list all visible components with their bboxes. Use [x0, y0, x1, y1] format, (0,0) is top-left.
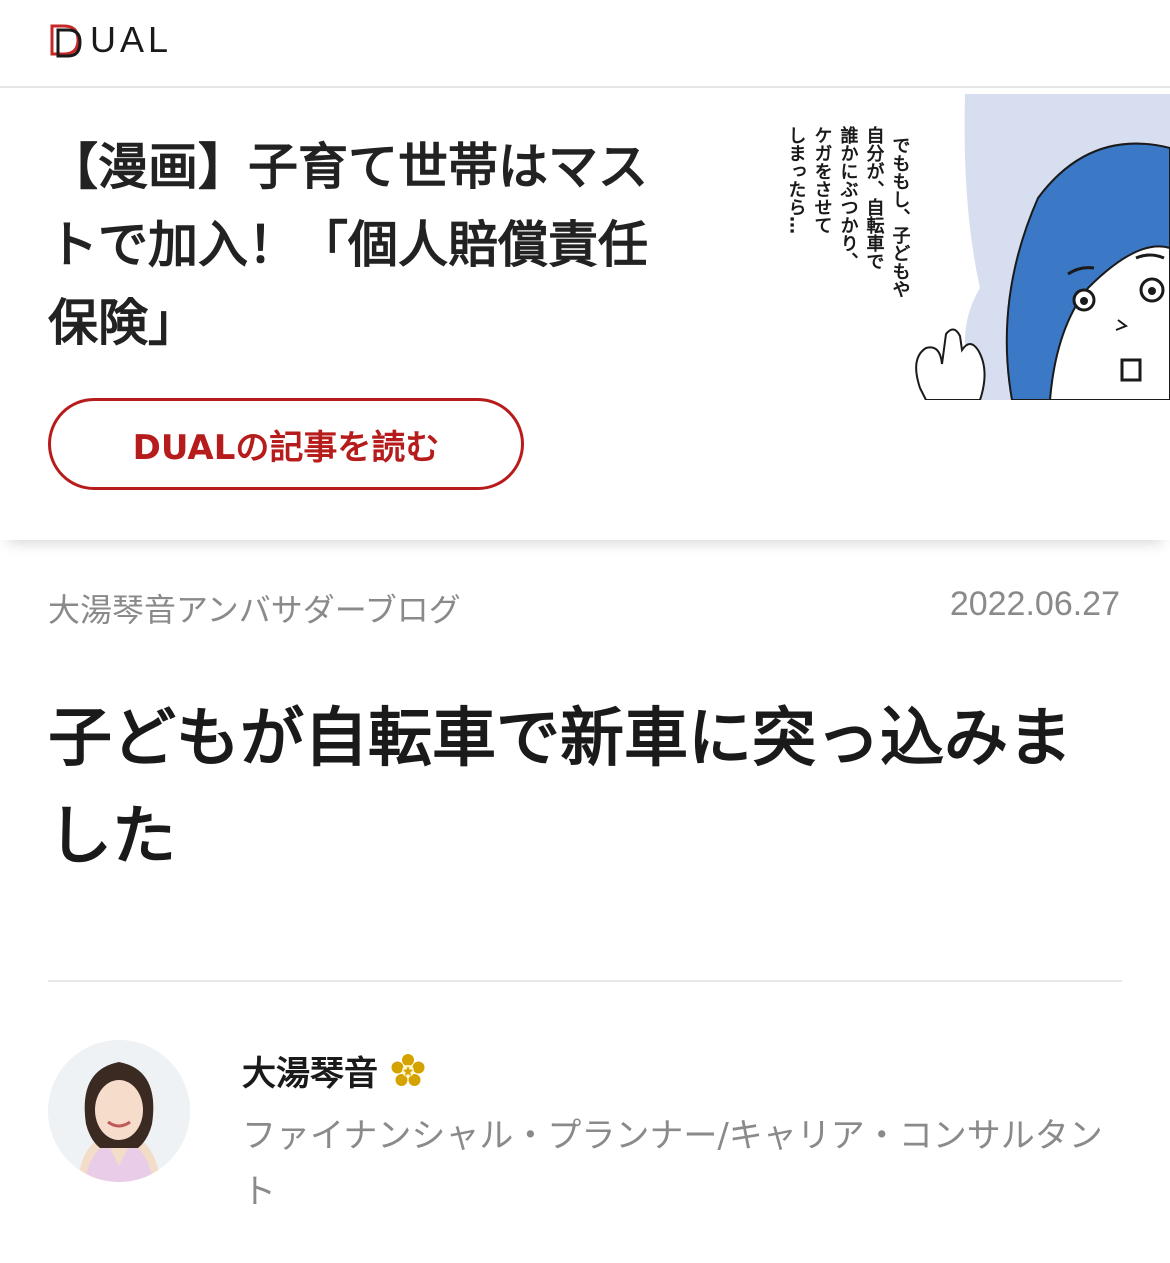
manga-text-col-4: ケガをさせて	[812, 126, 833, 234]
promo-banner[interactable]: 【漫画】子育て世帯はマストで加入！「個人賠償責任保険」 DUALの記事を読む で…	[0, 88, 1170, 540]
author-role: ファイナンシャル・プランナー/キャリア・コンサルタント	[242, 1116, 1103, 1212]
author-portrait-icon	[48, 1040, 190, 1182]
article-title: 子どもが自転車で新車に突っ込みました	[48, 702, 1072, 874]
ambassador-badge-icon	[391, 1053, 425, 1086]
author-name-text: 大湯琴音	[242, 1054, 378, 1094]
publish-date: 2022.06.27	[949, 585, 1120, 623]
article-meta: 大湯琴音アンバサダーブログ 2022.06.27	[48, 585, 1120, 629]
dual-logo[interactable]: UAL	[48, 18, 172, 62]
manga-text-col-2: 自分が、自転車で	[864, 125, 885, 270]
read-dual-article-button[interactable]: DUALの記事を読む	[48, 398, 524, 490]
manga-illustration: でももし、子どもや 自分が、自転車で 誰かにぶつかり、 ケガをさせて しまったら…	[786, 94, 1170, 400]
promo-title[interactable]: 【漫画】子育て世帯はマストで加入！「個人賠償責任保険」	[48, 128, 688, 362]
manga-text-col-3: 誰かにぶつかり、	[838, 125, 859, 270]
logo-text: UAL	[90, 19, 173, 60]
divider	[48, 980, 1122, 982]
dual-logo-mark-icon	[50, 24, 82, 58]
manga-text-col-5: しまったら…	[786, 126, 807, 234]
blog-name-link[interactable]: 大湯琴音アンバサダーブログ	[48, 585, 461, 631]
manga-text-col-1: でももし、子どもや	[890, 136, 911, 298]
site-header: UAL	[0, 0, 1170, 88]
author-avatar[interactable]	[48, 1040, 190, 1182]
author-name[interactable]: 大湯琴音	[242, 1046, 426, 1095]
